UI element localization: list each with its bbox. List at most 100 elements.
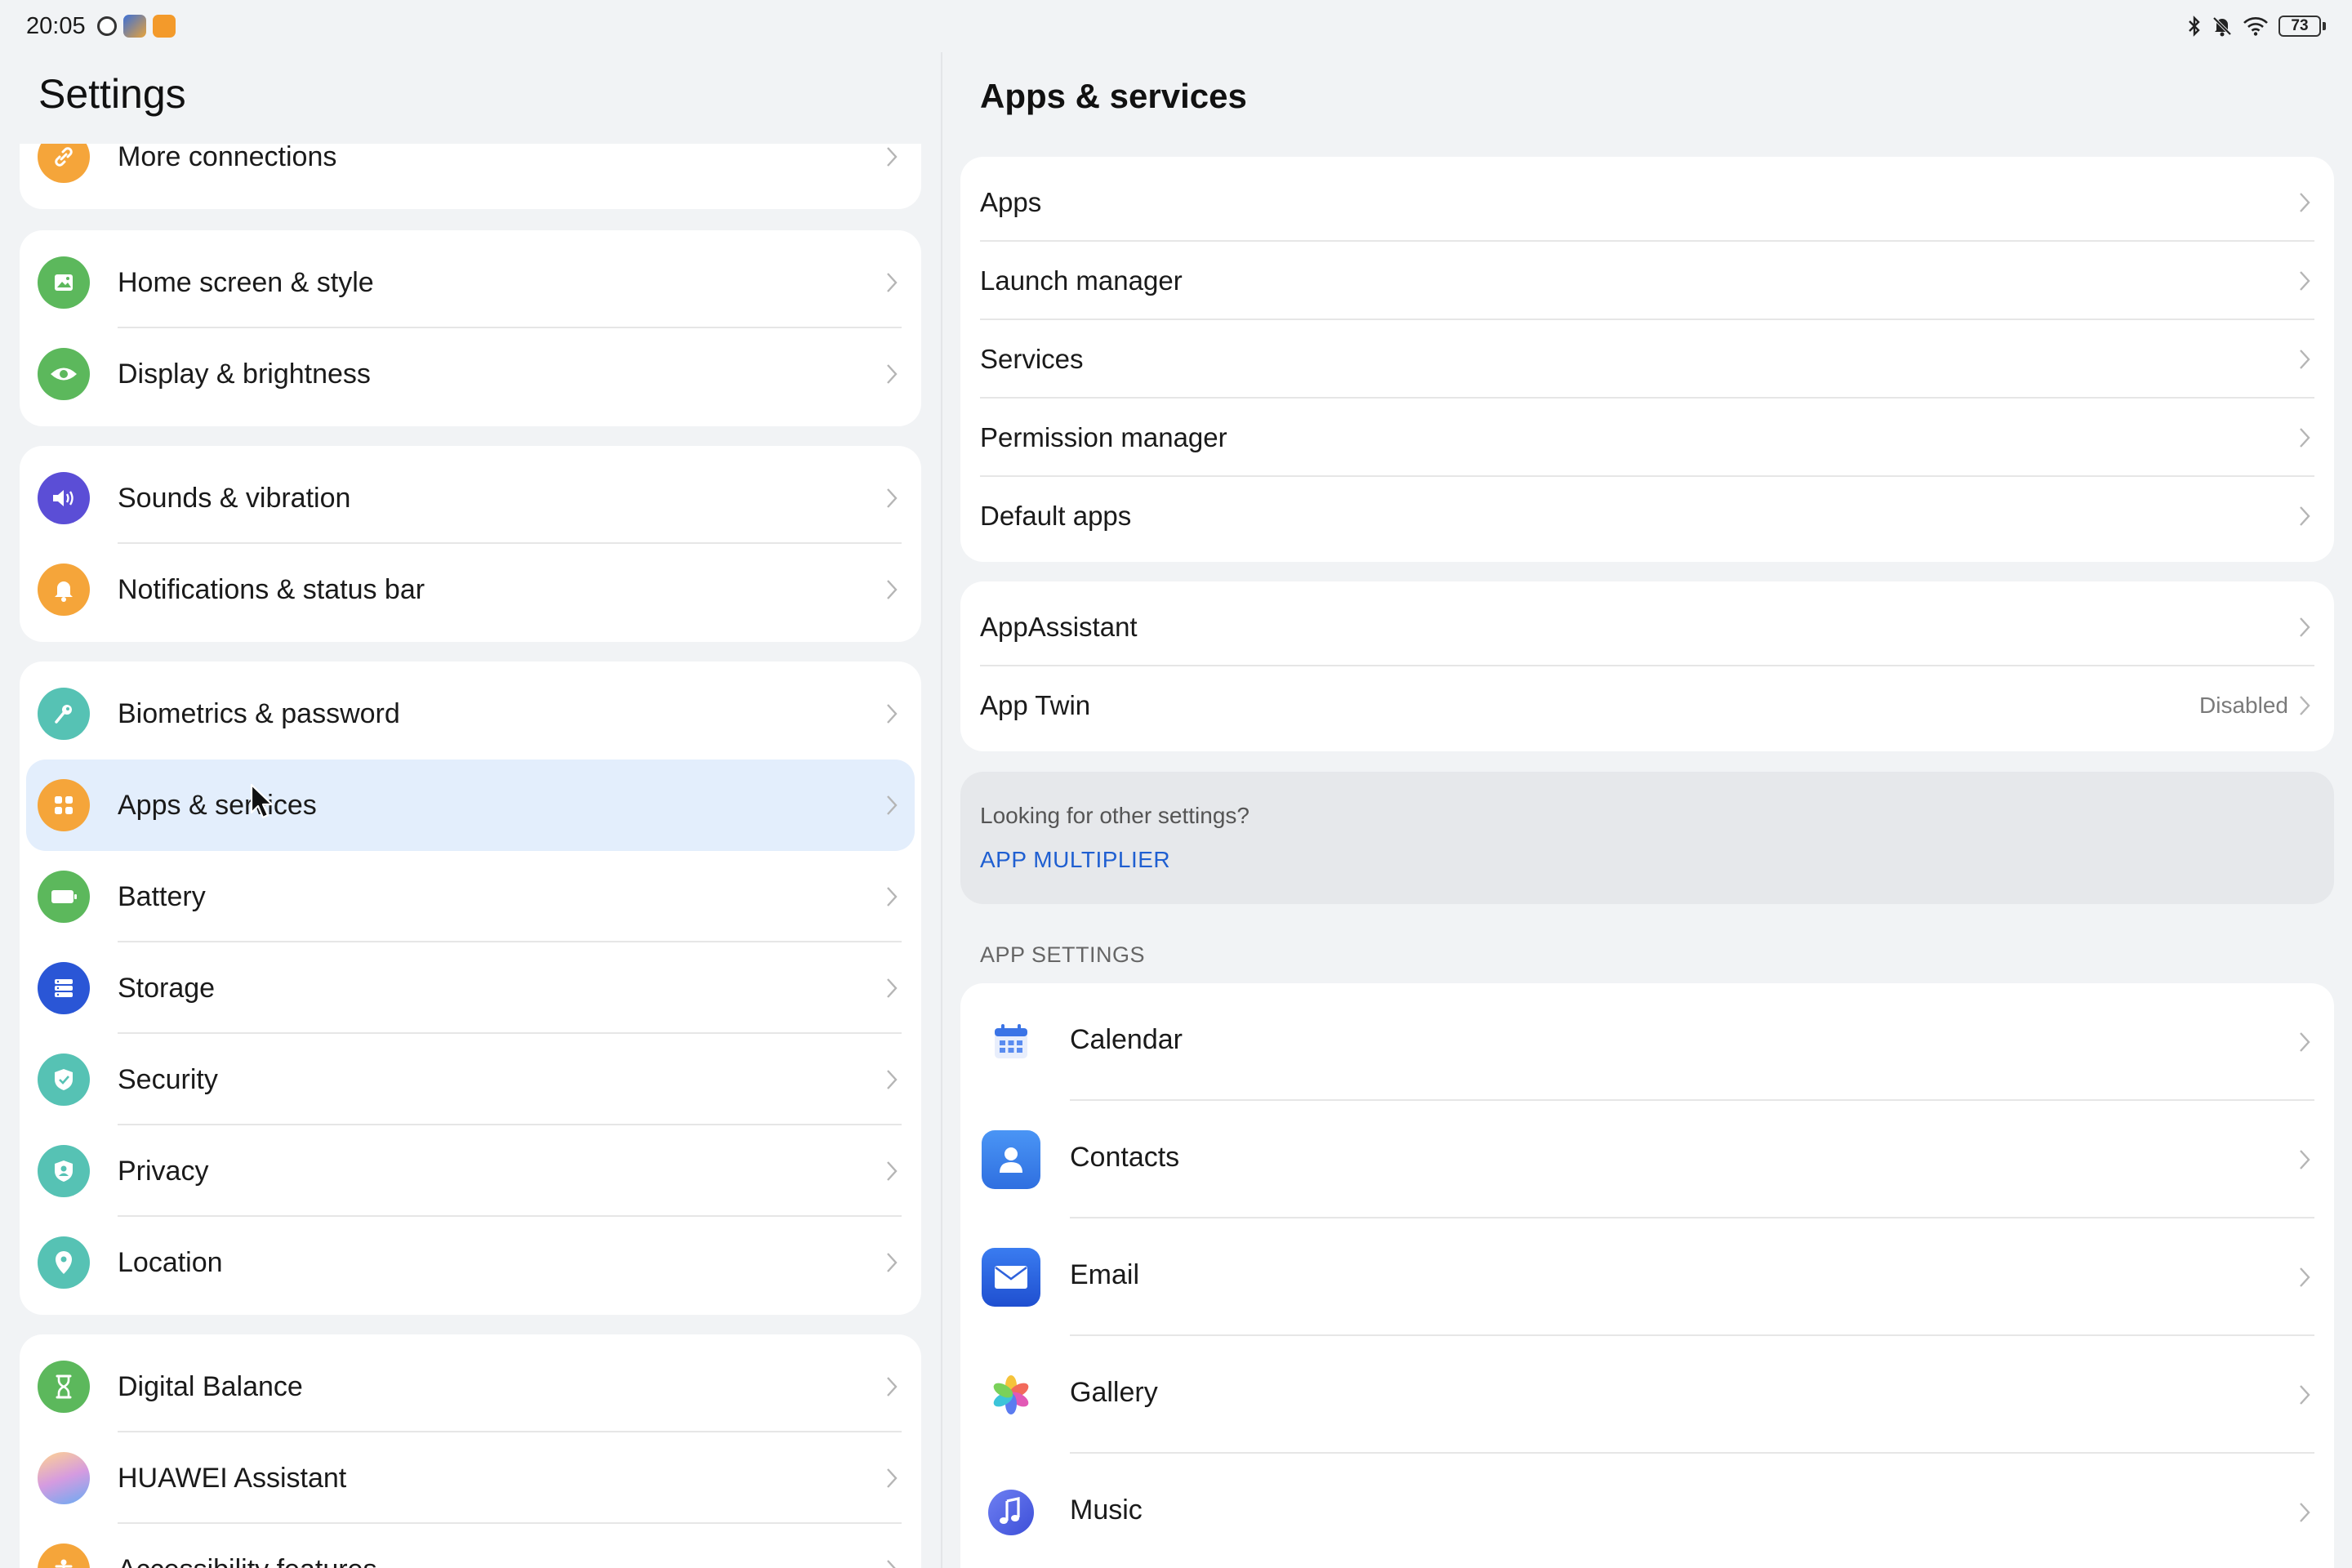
chevron-right-icon <box>887 1468 898 1488</box>
app-row-contacts[interactable]: Contacts <box>960 1101 2334 1218</box>
chevron-right-icon <box>2300 1267 2310 1287</box>
settings-card-display: Home screen & style Display & brightness <box>20 230 921 426</box>
settings-item-security[interactable]: Security <box>20 1034 921 1125</box>
app-settings-card: Calendar Contacts Email Gallery Music <box>960 983 2334 1568</box>
apps-row[interactable]: Apps <box>960 163 2334 242</box>
settings-item-huawei-assistant[interactable]: HUAWEI Assistant <box>20 1432 921 1524</box>
settings-item-label: Biometrics & password <box>118 697 400 729</box>
app-twin-status: Disabled <box>2199 693 2288 718</box>
settings-item-biometrics[interactable]: Biometrics & password <box>20 668 921 760</box>
row-label: AppAssistant <box>980 612 1138 642</box>
settings-item-label: Storage <box>118 972 216 1004</box>
appassistant-row[interactable]: AppAssistant <box>960 588 2334 666</box>
shield-check-icon <box>38 1054 90 1106</box>
settings-item-label: Digital Balance <box>118 1370 303 1402</box>
email-icon <box>982 1248 1040 1307</box>
mouse-cursor-icon <box>250 783 274 819</box>
settings-item-label: Apps & services <box>118 789 317 821</box>
chevron-right-icon <box>887 488 898 508</box>
settings-card-wellbeing: Digital Balance HUAWEI Assistant Accessi… <box>20 1334 921 1568</box>
accessibility-icon <box>38 1544 90 1568</box>
app-row-music[interactable]: Music <box>960 1454 2334 1568</box>
settings-item-apps-services[interactable]: Apps & services <box>26 760 915 851</box>
settings-item-label: Privacy <box>118 1155 209 1187</box>
app-label: Contacts <box>1070 1142 1180 1173</box>
hourglass-icon <box>38 1361 90 1413</box>
launch-manager-row[interactable]: Launch manager <box>960 242 2334 320</box>
chevron-right-icon <box>887 887 898 906</box>
settings-item-label: Security <box>118 1063 218 1095</box>
location-pin-icon <box>38 1236 90 1289</box>
chevron-right-icon <box>2300 1032 2310 1052</box>
link-icon <box>38 144 90 183</box>
row-label: Permission manager <box>980 422 1227 452</box>
settings-item-more-connections[interactable]: More connections <box>20 144 921 203</box>
settings-item-battery[interactable]: Battery <box>20 851 921 942</box>
settings-item-notifications[interactable]: Notifications & status bar <box>20 544 921 635</box>
bluetooth-icon <box>2189 16 2200 37</box>
chevron-right-icon <box>2300 193 2310 212</box>
settings-item-storage[interactable]: Storage <box>20 942 921 1034</box>
storage-icon <box>38 962 90 1014</box>
chevron-right-icon <box>887 273 898 292</box>
settings-item-label: Accessibility features <box>118 1554 376 1568</box>
app-tools-card: AppAssistant App Twin Disabled <box>960 581 2334 751</box>
settings-scroll-area[interactable]: More connections Home screen & style Dis… <box>0 144 941 1568</box>
chevron-right-icon <box>2300 506 2310 526</box>
app-row-calendar[interactable]: Calendar <box>960 983 2334 1101</box>
settings-item-accessibility[interactable]: Accessibility features <box>20 1524 921 1568</box>
status-bar-right: 73 <box>2187 16 2326 37</box>
chevron-right-icon <box>887 795 898 815</box>
apps-services-card: Apps Launch manager Services Permission … <box>960 157 2334 562</box>
app-row-email[interactable]: Email <box>960 1218 2334 1336</box>
settings-item-sounds-vibration[interactable]: Sounds & vibration <box>20 452 921 544</box>
gallery-icon <box>982 1365 1040 1424</box>
chevron-right-icon <box>887 147 898 167</box>
settings-item-location[interactable]: Location <box>20 1217 921 1308</box>
chevron-right-icon <box>2300 428 2310 448</box>
battery-indicator: 73 <box>2278 16 2326 37</box>
battery-icon <box>38 871 90 923</box>
app-settings-section-label: APP SETTINGS <box>980 942 1146 967</box>
settings-item-digital-balance[interactable]: Digital Balance <box>20 1341 921 1432</box>
settings-item-label: Location <box>118 1246 223 1278</box>
app-row-gallery[interactable]: Gallery <box>960 1336 2334 1454</box>
settings-item-label: Display & brightness <box>118 358 371 390</box>
settings-item-label: Sounds & vibration <box>118 482 351 514</box>
settings-item-label: Home screen & style <box>118 266 374 298</box>
bell-icon <box>38 564 90 616</box>
settings-item-label: Notifications & status bar <box>118 573 425 605</box>
calendar-icon <box>982 1013 1040 1071</box>
chevron-right-icon <box>2300 617 2310 637</box>
status-bar-left: 20:05 <box>26 13 176 40</box>
image-icon <box>38 256 90 309</box>
app-label: Gallery <box>1070 1377 1158 1408</box>
chevron-right-icon <box>887 1253 898 1272</box>
app-multiplier-link[interactable]: APP MULTIPLIER <box>980 847 1170 873</box>
battery-level: 73 <box>2278 16 2321 37</box>
row-label: App Twin <box>980 690 1091 720</box>
muted-bell-icon <box>2212 16 2232 37</box>
key-icon <box>38 688 90 740</box>
chevron-right-icon <box>887 1377 898 1396</box>
chevron-right-icon <box>2300 1150 2310 1169</box>
services-row[interactable]: Services <box>960 320 2334 399</box>
app-twin-row[interactable]: App Twin Disabled <box>960 666 2334 745</box>
settings-card-sound: Sounds & vibration Notifications & statu… <box>20 446 921 642</box>
other-settings-hint: Looking for other settings? APP MULTIPLI… <box>960 772 2334 904</box>
contacts-icon <box>982 1130 1040 1189</box>
status-time: 20:05 <box>26 12 86 39</box>
settings-item-privacy[interactable]: Privacy <box>20 1125 921 1217</box>
settings-item-home-screen[interactable]: Home screen & style <box>20 237 921 328</box>
permission-manager-row[interactable]: Permission manager <box>960 399 2334 477</box>
settings-card-connections: More connections <box>20 144 921 209</box>
settings-item-display-brightness[interactable]: Display & brightness <box>20 328 921 420</box>
default-apps-row[interactable]: Default apps <box>960 477 2334 555</box>
chevron-right-icon <box>2300 1503 2310 1522</box>
chevron-right-icon <box>887 1070 898 1089</box>
settings-list-pane: Settings More connections Home screen & … <box>0 52 941 1568</box>
status-bar: 20:05 73 <box>0 0 2352 52</box>
settings-card-system: Biometrics & password Apps & services Ba… <box>20 662 921 1315</box>
music-icon <box>982 1483 1040 1542</box>
privacy-shield-icon <box>38 1145 90 1197</box>
